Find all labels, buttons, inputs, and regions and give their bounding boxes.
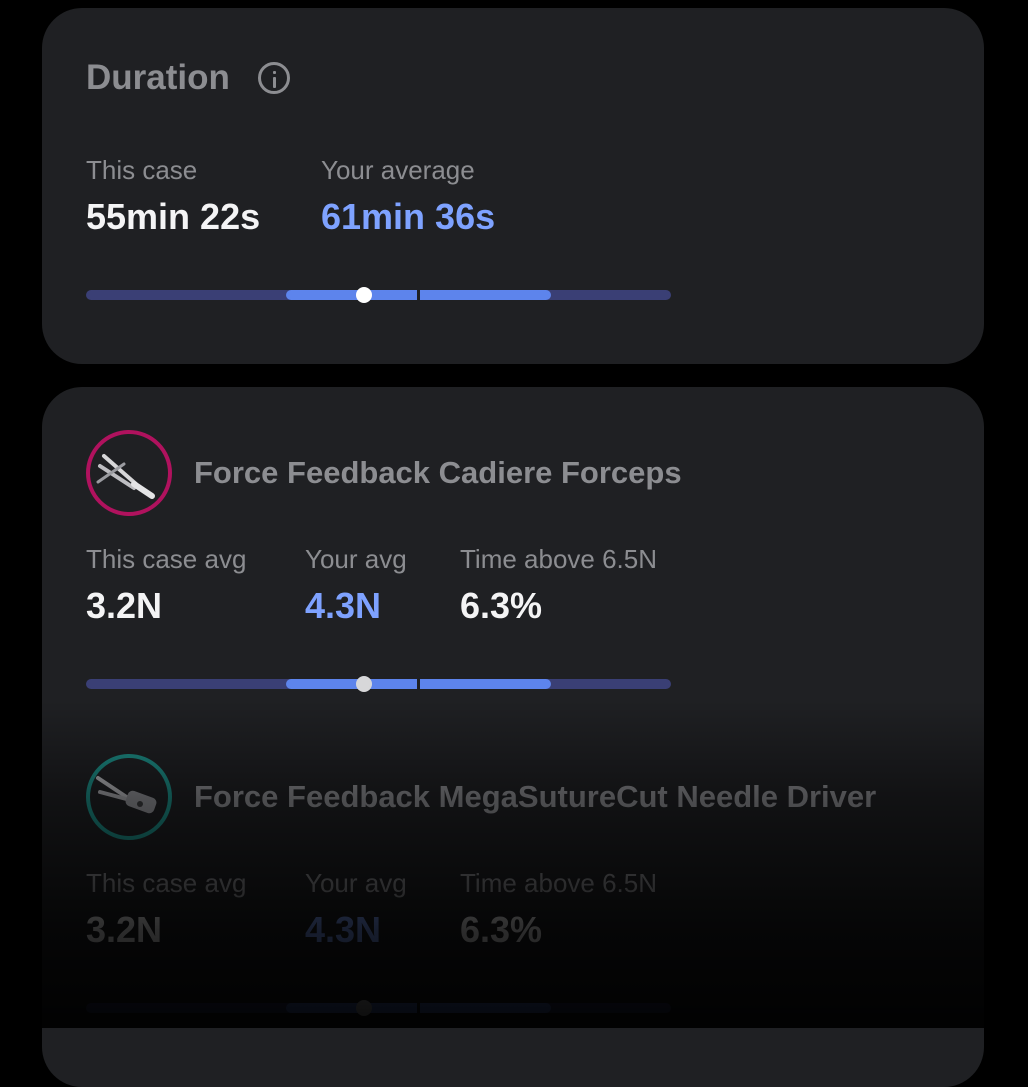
tool-case-avg: This case avg 3.2N xyxy=(86,544,246,627)
your-avg-value: 4.3N xyxy=(305,585,382,626)
tool-force-range-bar xyxy=(86,1000,671,1016)
time-above-label: Time above 6.5N xyxy=(460,868,658,898)
current-value-dot xyxy=(355,1000,372,1016)
your-avg-label: Your avg xyxy=(305,544,407,574)
your-avg-value: 4.3N xyxy=(305,909,382,950)
needle-driver-icon xyxy=(86,754,172,840)
info-icon[interactable] xyxy=(257,62,290,94)
this-case-label: This case xyxy=(86,155,198,185)
tool-time-above: Time above 6.5N 6.3% xyxy=(460,544,657,627)
tool-header-cadiere: Force Feedback Cadiere Forceps xyxy=(86,430,682,516)
case-avg-label: This case avg xyxy=(86,868,247,898)
duration-range-bar xyxy=(86,287,671,303)
average-marker xyxy=(416,679,420,689)
tool-force-range-bar xyxy=(86,676,671,692)
tool-time-above: Time above 6.5N 6.3% xyxy=(460,868,657,951)
tool-name: Force Feedback MegaSutureCut Needle Driv… xyxy=(194,779,877,814)
current-value-dot xyxy=(355,287,372,303)
duration-this-case: This case 55min 22s xyxy=(86,155,260,238)
tool-your-avg: Your avg 4.3N xyxy=(305,868,407,951)
your-avg-label: Your avg xyxy=(305,868,407,898)
tool-header-needle-driver: Force Feedback MegaSutureCut Needle Driv… xyxy=(86,754,876,840)
duration-header: Duration xyxy=(86,58,290,98)
tool-your-avg: Your avg 4.3N xyxy=(305,544,407,627)
average-value: 61min 36s xyxy=(321,196,496,237)
current-value-dot xyxy=(355,676,372,692)
time-above-label: Time above 6.5N xyxy=(460,544,658,574)
tool-case-avg: This case avg 3.2N xyxy=(86,868,246,951)
this-case-value: 55min 22s xyxy=(86,196,261,237)
time-above-value: 6.3% xyxy=(460,585,543,626)
time-above-value: 6.3% xyxy=(460,909,543,950)
duration-title: Duration xyxy=(86,58,230,97)
case-avg-label: This case avg xyxy=(86,544,247,574)
average-label: Your average xyxy=(321,155,475,185)
duration-average: Your average 61min 36s xyxy=(321,155,495,238)
case-avg-value: 3.2N xyxy=(86,909,163,950)
tool-name: Force Feedback Cadiere Forceps xyxy=(194,455,682,490)
forceps-icon xyxy=(86,430,172,516)
case-avg-value: 3.2N xyxy=(86,585,163,626)
average-marker xyxy=(416,290,420,300)
average-marker xyxy=(416,1003,420,1013)
